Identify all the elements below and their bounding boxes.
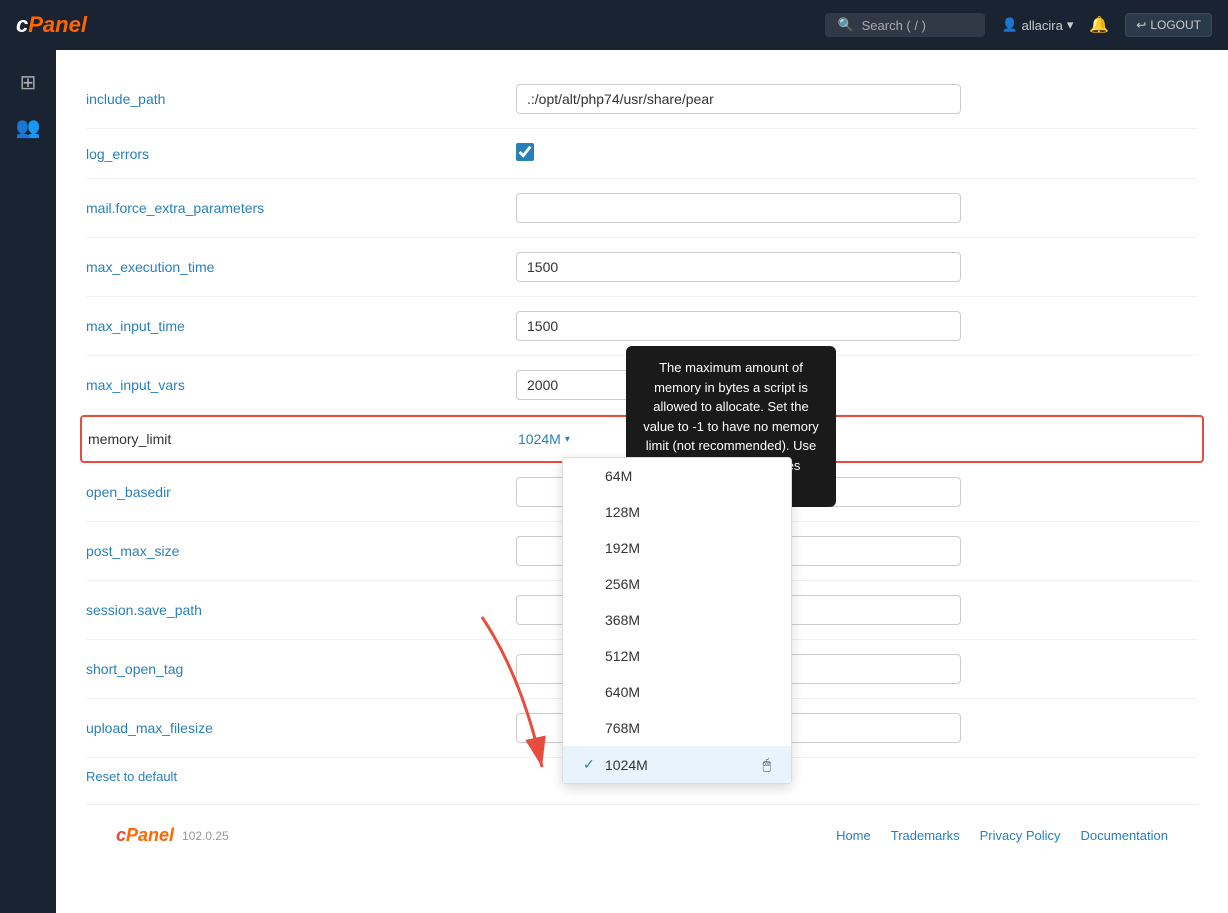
- dropdown-option-640m[interactable]: 640M: [563, 674, 791, 710]
- checkbox-log-errors[interactable]: [516, 143, 534, 161]
- input-mail-force[interactable]: [516, 193, 961, 223]
- memory-limit-current: 1024M: [518, 431, 561, 447]
- value-mail-force: [516, 193, 1198, 223]
- label-mail-force: mail.force_extra_parameters: [86, 200, 516, 216]
- navbar: cPanel 🔍 Search ( / ) 👤 allacira ▾ 🔔 ↩ L…: [0, 0, 1228, 50]
- search-placeholder: Search ( / ): [862, 18, 926, 33]
- value-max-input-vars: [516, 370, 1198, 400]
- sidebar-users-icon[interactable]: 👥: [16, 115, 41, 140]
- option-label: 768M: [605, 720, 640, 736]
- footer-links: Home Trademarks Privacy Policy Documenta…: [836, 828, 1168, 843]
- label-upload-max-filesize: upload_max_filesize: [86, 720, 516, 736]
- option-label: 368M: [605, 612, 640, 628]
- navbar-brand: cPanel: [16, 12, 87, 38]
- dropdown-option-1024m[interactable]: ✓ 1024M 🖱: [563, 746, 791, 783]
- label-short-open-tag: short_open_tag: [86, 661, 516, 677]
- setting-row-mail-force: mail.force_extra_parameters: [86, 179, 1198, 238]
- footer-link-documentation[interactable]: Documentation: [1081, 828, 1168, 843]
- label-max-input-time: max_input_time: [86, 318, 516, 334]
- input-max-input-time[interactable]: [516, 311, 961, 341]
- dropdown-option-64m[interactable]: 64M: [563, 458, 791, 494]
- option-label: 64M: [605, 468, 632, 484]
- dropdown-option-256m[interactable]: 256M: [563, 566, 791, 602]
- reset-to-default-link[interactable]: Reset to default: [86, 769, 177, 784]
- sidebar: ⊞ 👥: [0, 50, 56, 913]
- label-post-max-size: post_max_size: [86, 543, 516, 559]
- value-include-path: [516, 84, 1198, 114]
- footer-cpanel-logo: cPanel: [116, 825, 174, 846]
- option-label: 640M: [605, 684, 640, 700]
- input-include-path[interactable]: [516, 84, 961, 114]
- logout-label: LOGOUT: [1150, 18, 1201, 32]
- label-open-basedir: open_basedir: [86, 484, 516, 500]
- dropdown-option-128m[interactable]: 128M: [563, 494, 791, 530]
- search-bar[interactable]: 🔍 Search ( / ): [825, 13, 985, 37]
- option-label: 192M: [605, 540, 640, 556]
- cursor-icon: 🖱: [763, 756, 771, 773]
- user-menu[interactable]: 👤 allacira ▾: [1001, 17, 1073, 33]
- footer-version: 102.0.25: [182, 829, 229, 843]
- memory-limit-dropdown: 64M 128M 192M 256M 368M: [562, 457, 792, 784]
- value-memory-limit: 1024M ▾: [518, 431, 1196, 447]
- value-log-errors: [516, 143, 1198, 164]
- option-label: 256M: [605, 576, 640, 592]
- username: allacira: [1022, 18, 1063, 33]
- dropdown-option-192m[interactable]: 192M: [563, 530, 791, 566]
- label-log-errors: log_errors: [86, 146, 516, 162]
- memory-limit-dropdown-trigger[interactable]: 1024M ▾: [518, 431, 1196, 447]
- setting-row-max-execution: max_execution_time: [86, 238, 1198, 297]
- value-max-execution: [516, 252, 1198, 282]
- sidebar-grid-icon[interactable]: ⊞: [20, 70, 37, 95]
- input-max-execution[interactable]: [516, 252, 961, 282]
- setting-row-log-errors: log_errors: [86, 129, 1198, 179]
- label-session-save-path: session.save_path: [86, 602, 516, 618]
- label-max-input-vars: max_input_vars: [86, 377, 516, 393]
- chevron-down-icon: ▾: [565, 434, 570, 445]
- label-memory-limit: memory_limit: [88, 431, 518, 447]
- search-icon: 🔍: [837, 17, 853, 33]
- setting-row-include-path: include_path: [86, 70, 1198, 129]
- layout: ⊞ 👥 include_path log_errors mail.force_e…: [0, 50, 1228, 913]
- dropdown-option-768m[interactable]: 768M: [563, 710, 791, 746]
- logout-icon: ↩: [1136, 18, 1146, 32]
- label-max-execution: max_execution_time: [86, 259, 516, 275]
- logout-button[interactable]: ↩ LOGOUT: [1125, 13, 1212, 37]
- option-label: 128M: [605, 504, 640, 520]
- user-icon: 👤: [1001, 17, 1017, 33]
- setting-row-max-input-vars: max_input_vars The maximum amount of mem…: [86, 356, 1198, 415]
- footer-logo: cPanel 102.0.25: [116, 825, 229, 846]
- footer: cPanel 102.0.25 Home Trademarks Privacy …: [86, 804, 1198, 866]
- option-label: 1024M: [605, 757, 648, 773]
- main-content: include_path log_errors mail.force_extra…: [56, 50, 1228, 913]
- dropdown-option-512m[interactable]: 512M: [563, 638, 791, 674]
- dropdown-option-368m[interactable]: 368M: [563, 602, 791, 638]
- footer-link-trademarks[interactable]: Trademarks: [891, 828, 960, 843]
- value-max-input-time: [516, 311, 1198, 341]
- label-include-path: include_path: [86, 91, 516, 107]
- notifications-bell[interactable]: 🔔: [1089, 15, 1109, 35]
- navbar-right: 🔍 Search ( / ) 👤 allacira ▾ 🔔 ↩ LOGOUT: [825, 13, 1212, 37]
- option-label: 512M: [605, 648, 640, 664]
- check-icon: ✓: [583, 756, 597, 773]
- footer-link-privacy[interactable]: Privacy Policy: [980, 828, 1061, 843]
- chevron-down-icon: ▾: [1067, 17, 1074, 33]
- footer-link-home[interactable]: Home: [836, 828, 871, 843]
